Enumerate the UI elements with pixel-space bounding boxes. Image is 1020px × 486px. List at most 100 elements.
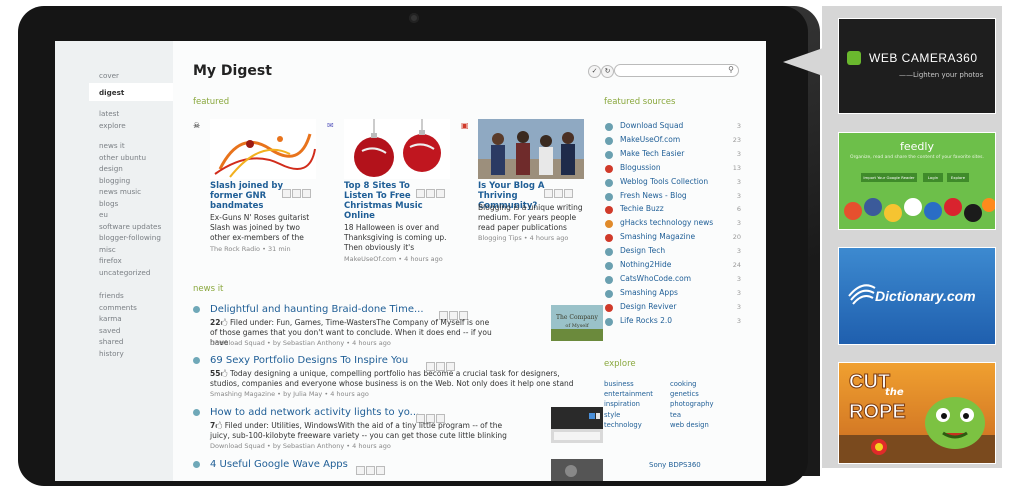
vote-icon[interactable] [416,189,425,198]
explore-tag[interactable]: inspiration [604,400,640,408]
source-item[interactable]: Fresh News - Blog 3 [605,191,741,203]
source-name[interactable]: Techie Buzz [620,204,664,213]
search-input[interactable]: ⚲ [614,64,739,77]
source-item[interactable]: Design Reviver 3 [605,302,741,314]
source-name[interactable]: gHacks technology news [620,218,713,227]
nav-item[interactable]: history [99,349,124,358]
source-name[interactable]: Life Rocks 2.0 [620,316,672,325]
source-name[interactable]: Blogussion [620,163,661,172]
source-icon [605,192,613,201]
source-name[interactable]: Smashing Magazine [620,232,695,241]
webcamera360-ad[interactable]: WEB CAMERA360 ——Lighten your photos [838,18,996,114]
news-title[interactable]: 4 Useful Google Wave Apps [210,459,348,470]
source-name[interactable]: Design Tech [620,246,665,255]
news-title[interactable]: 69 Sexy Portfolio Designs To Inspire You [210,355,408,366]
nav-item[interactable]: blogs [99,199,118,208]
nav-item[interactable]: saved [99,326,120,335]
source-count: 3 [736,316,741,325]
refresh-button[interactable]: ↻ [601,65,614,78]
nav-item[interactable]: friends [99,291,124,300]
close-icon[interactable] [436,189,445,198]
nav-item[interactable]: blogging [99,176,130,185]
featured-thumbnail[interactable] [210,119,316,179]
nav-item[interactable]: explore [99,121,126,130]
source-name[interactable]: CatsWhoCode.com [620,274,691,283]
nav-item[interactable]: latest [99,109,119,118]
nav-item[interactable]: software updates [99,222,161,231]
nav-item[interactable]: misc [99,245,116,254]
featured-thumbnail[interactable] [478,119,584,179]
source-item[interactable]: Download Squad 3 [605,121,741,133]
featured-thumbnail[interactable] [344,119,450,179]
vote-icon[interactable] [282,189,291,198]
source-name[interactable]: Design Reviver [620,302,676,311]
item-actions [355,460,385,479]
explore-tag[interactable]: photography [670,400,714,408]
explore-tag[interactable]: genetics [670,390,699,398]
source-item[interactable]: MakeUseOf.com 23 [605,135,741,147]
source-name[interactable]: Weblog Tools Collection [620,177,708,186]
save-icon[interactable] [292,189,301,198]
ad-subtitle: Organize, read and share the content of … [850,155,984,160]
skull-icon: ☠ [193,121,201,130]
explore-tag[interactable]: business [604,380,634,388]
save-icon[interactable] [554,189,563,198]
source-item[interactable]: Smashing Apps 3 [605,288,741,300]
source-item[interactable]: Blogussion 13 [605,163,741,175]
nav-item[interactable]: other ubuntu [99,153,146,162]
source-item[interactable]: CatsWhoCode.com 3 [605,274,741,286]
vote-icon[interactable] [544,189,553,198]
nav-item-cover[interactable]: cover [99,71,119,80]
close-icon[interactable] [302,189,311,198]
explore-tag[interactable]: technology [604,421,642,429]
nav-item[interactable]: uncategorized [99,268,150,277]
explore-tag[interactable]: style [604,411,620,419]
nav-item[interactable]: comments [99,303,137,312]
nav-item[interactable]: eu [99,210,108,219]
source-item[interactable]: gHacks technology news 3 [605,218,741,230]
source-name[interactable]: Fresh News - Blog [620,191,687,200]
close-icon[interactable] [564,189,573,198]
explore-button[interactable]: Explore [947,173,969,182]
svg-text:of Myself: of Myself [565,323,590,329]
source-name[interactable]: Smashing Apps [620,288,678,297]
source-item[interactable]: Design Tech 3 [605,246,741,258]
source-name[interactable]: Nothing2Hide [620,260,671,269]
source-item[interactable]: Smashing Magazine 20 [605,232,741,244]
source-item[interactable]: Weblog Tools Collection 3 [605,177,741,189]
import-button[interactable]: Import Your Google Reader [861,173,917,182]
nav-item[interactable]: firefox [99,256,122,265]
dictionary-ad[interactable]: Dictionary.com [838,247,996,345]
save-icon[interactable] [426,189,435,198]
source-name[interactable]: MakeUseOf.com [620,135,680,144]
explore-tag[interactable]: web design [670,421,709,429]
news-thumbnail[interactable] [551,407,603,443]
source-name[interactable]: Download Squad [620,121,683,130]
source-item[interactable]: Nothing2Hide 24 [605,260,741,272]
news-thumbnail[interactable]: The Company of Myself [551,305,603,341]
nav-item-digest[interactable]: digest [89,83,173,101]
nav-item[interactable]: news it [99,141,125,150]
source-item[interactable]: Make Tech Easier 3 [605,149,741,161]
nav-item[interactable]: karma [99,314,122,323]
news-title[interactable]: How to add network activity lights to yo… [210,407,419,418]
login-button[interactable]: Login [923,173,943,182]
nav-item[interactable]: shared [99,337,124,346]
nav-item[interactable]: design [99,164,123,173]
source-item[interactable]: Life Rocks 2.0 3 [605,316,741,328]
sony-link[interactable]: Sony BDPS360 [649,461,701,469]
source-item[interactable]: Techie Buzz 6 [605,204,741,216]
nav-item[interactable]: blogger-following [99,233,161,242]
source-count: 3 [736,219,741,228]
nav-item[interactable]: news music [99,187,141,196]
explore-tag[interactable]: cooking [670,380,697,388]
news-title[interactable]: Delightful and haunting Braid-done Time.… [210,304,424,315]
feedly-ad[interactable]: feedly Organize, read and share the cont… [838,132,996,230]
mark-read-button[interactable]: ✓ [588,65,601,78]
news-thumbnail[interactable] [551,459,603,481]
explore-tag[interactable]: entertainment [604,390,653,398]
explore-tag[interactable]: tea [670,411,681,419]
cuttherope-ad[interactable]: CUT the ROPE [838,362,996,464]
source-name[interactable]: Make Tech Easier [620,149,684,158]
news-snippet: 7🖒 Filed under: Utilities, WindowsWith t… [210,421,507,440]
